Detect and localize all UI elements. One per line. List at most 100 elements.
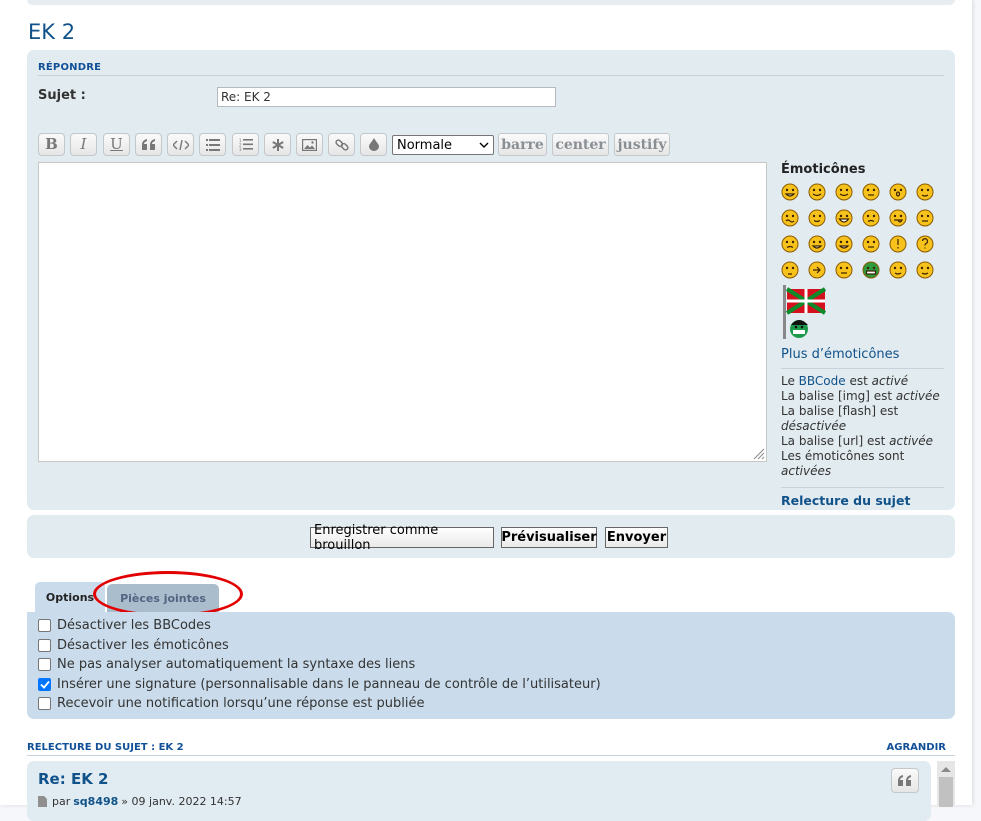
option-checkbox[interactable]: [38, 619, 51, 632]
preview-button[interactable]: Prévisualiser: [501, 527, 597, 548]
scrollbar-thumb[interactable]: [939, 777, 953, 807]
more-smilies-link[interactable]: Plus d’émoticônes: [781, 347, 944, 362]
bold-button[interactable]: B: [38, 133, 65, 156]
smilies-status-line: Les émoticônes sont activées: [781, 449, 905, 478]
previous-panel-edge: [27, 0, 955, 5]
option-label[interactable]: Recevoir une notification lorsqu’une rép…: [57, 696, 424, 711]
options-panel: Désactiver les BBCodes Désactiver les émo…: [27, 612, 955, 719]
code-button[interactable]: [167, 133, 194, 156]
confused-smiley-icon[interactable]: [781, 209, 799, 227]
grin-smiley-icon[interactable]: [781, 183, 799, 201]
sad-eyes-smiley-icon[interactable]: [862, 183, 880, 201]
quote-button[interactable]: [135, 133, 162, 156]
ugeek-smiley-icon[interactable]: [916, 261, 934, 279]
option-label[interactable]: Insérer une signature (personnalisable d…: [57, 677, 601, 692]
post-date: 09 janv. 2022 14:57: [131, 795, 242, 808]
neutral-smiley-icon[interactable]: [835, 261, 853, 279]
img-status-line: La balise [img] est activée: [781, 389, 940, 403]
option-checkbox[interactable]: [38, 638, 51, 652]
numbered-list-button[interactable]: 1 2 3: [232, 133, 259, 156]
tab-options[interactable]: Options: [35, 582, 105, 612]
topic-title[interactable]: EK 2: [28, 20, 75, 44]
posting-panel: RÉPONDRE Sujet : B I U: [27, 50, 955, 510]
flash-status-line: La balise [flash] est désactivée: [781, 404, 899, 433]
quote-post-button[interactable]: [891, 768, 919, 793]
cool-smiley-icon[interactable]: [808, 209, 826, 227]
numbered-list-icon: 1 2 3: [239, 138, 253, 151]
laugh-smiley-icon[interactable]: [835, 209, 853, 227]
exclamation-smiley-icon[interactable]: [889, 235, 907, 253]
post-author[interactable]: sq8498: [73, 795, 118, 808]
green-mrgreen-smiley-icon[interactable]: [862, 261, 880, 279]
font-size-select[interactable]: Normale: [392, 135, 494, 155]
roll-eyes-smiley-icon[interactable]: [862, 235, 880, 253]
link-button[interactable]: [328, 133, 355, 156]
resize-grip-icon[interactable]: [753, 448, 765, 460]
option-row[interactable]: Recevoir une notification lorsqu’une rép…: [38, 694, 424, 713]
color-button[interactable]: [360, 133, 387, 156]
evil-smiley-icon[interactable]: [808, 235, 826, 253]
embarrassed-smiley-icon[interactable]: [916, 209, 934, 227]
option-checkbox[interactable]: [38, 658, 51, 671]
shock-smiley-icon[interactable]: [889, 183, 907, 201]
arrow-smiley-icon[interactable]: [808, 261, 826, 279]
italic-button[interactable]: I: [70, 133, 97, 156]
subject-label: Sujet :: [38, 88, 86, 103]
mad-smiley-icon[interactable]: [862, 209, 880, 227]
list-item-button[interactable]: [264, 133, 291, 156]
razz-smiley-icon[interactable]: [889, 209, 907, 227]
expand-link[interactable]: AGRANDIR: [887, 742, 946, 753]
image-icon: [302, 138, 317, 151]
nerd-smiley-icon[interactable]: [916, 183, 934, 201]
option-label[interactable]: Désactiver les BBCodes: [57, 618, 211, 633]
bbcode-status: Le BBCode est activé La balise [img] est…: [781, 374, 944, 479]
option-checkbox[interactable]: [38, 697, 51, 710]
divider: [781, 487, 944, 488]
review-scrollbar[interactable]: [937, 761, 955, 807]
option-row[interactable]: Insérer une signature (personnalisable d…: [38, 675, 601, 694]
underline-button[interactable]: U: [103, 133, 130, 156]
center-button[interactable]: center: [552, 133, 609, 156]
submit-panel: Enregistrer comme brouillon Prévisualise…: [27, 515, 955, 558]
cry-smiley-icon[interactable]: [781, 235, 799, 253]
italic-icon: I: [80, 135, 87, 153]
option-label[interactable]: Désactiver les émoticônes: [57, 638, 229, 653]
svg-text:3: 3: [239, 147, 242, 151]
topic-review-heading: RELECTURE DU SUJET : EK 2: [27, 742, 184, 753]
divider: [781, 368, 944, 369]
post-file-icon: [38, 796, 47, 807]
justify-button[interactable]: justify: [614, 133, 670, 156]
basque-flag-smiley-icon[interactable]: [781, 285, 829, 341]
idea-smiley-icon[interactable]: [781, 261, 799, 279]
topic-review-link[interactable]: Relecture du sujet: [781, 493, 944, 508]
scroll-up-icon[interactable]: [941, 767, 951, 772]
tab-attachments[interactable]: Pièces jointes: [107, 584, 219, 612]
list-icon: [205, 138, 220, 151]
question-smiley-icon[interactable]: [916, 235, 934, 253]
wink-smiley-icon[interactable]: [835, 183, 853, 201]
option-row[interactable]: Désactiver les BBCodes: [38, 616, 211, 635]
save-draft-button[interactable]: Enregistrer comme brouillon: [310, 523, 494, 553]
list-button[interactable]: [199, 133, 226, 156]
submit-button[interactable]: Envoyer: [605, 527, 668, 548]
subject-input[interactable]: [217, 87, 556, 107]
list-item-icon: [271, 138, 284, 151]
bbcode-link[interactable]: BBCode: [799, 374, 846, 388]
divider: [27, 755, 955, 756]
twisted-smiley-icon[interactable]: [835, 235, 853, 253]
reply-heading: RÉPONDRE: [38, 62, 944, 76]
option-checkbox[interactable]: [38, 677, 51, 691]
option-row[interactable]: Désactiver les émoticônes: [38, 636, 229, 655]
option-label[interactable]: Ne pas analyser automatiquement la synta…: [57, 657, 415, 672]
image-button[interactable]: [296, 133, 323, 156]
smile-smiley-icon[interactable]: [808, 183, 826, 201]
geek-smiley-icon[interactable]: [889, 261, 907, 279]
quote-icon: [141, 139, 155, 150]
review-post: Re: EK 2 par sq8498 » 09 janv. 2022 14:5…: [27, 761, 931, 821]
option-row[interactable]: Ne pas analyser automatiquement la synta…: [38, 655, 415, 674]
message-textarea[interactable]: [38, 162, 767, 462]
smiley-grid: [781, 183, 944, 279]
smilies-title: Émoticônes: [781, 162, 866, 177]
post-title[interactable]: Re: EK 2: [38, 770, 108, 788]
barre-button[interactable]: barre: [498, 133, 547, 156]
